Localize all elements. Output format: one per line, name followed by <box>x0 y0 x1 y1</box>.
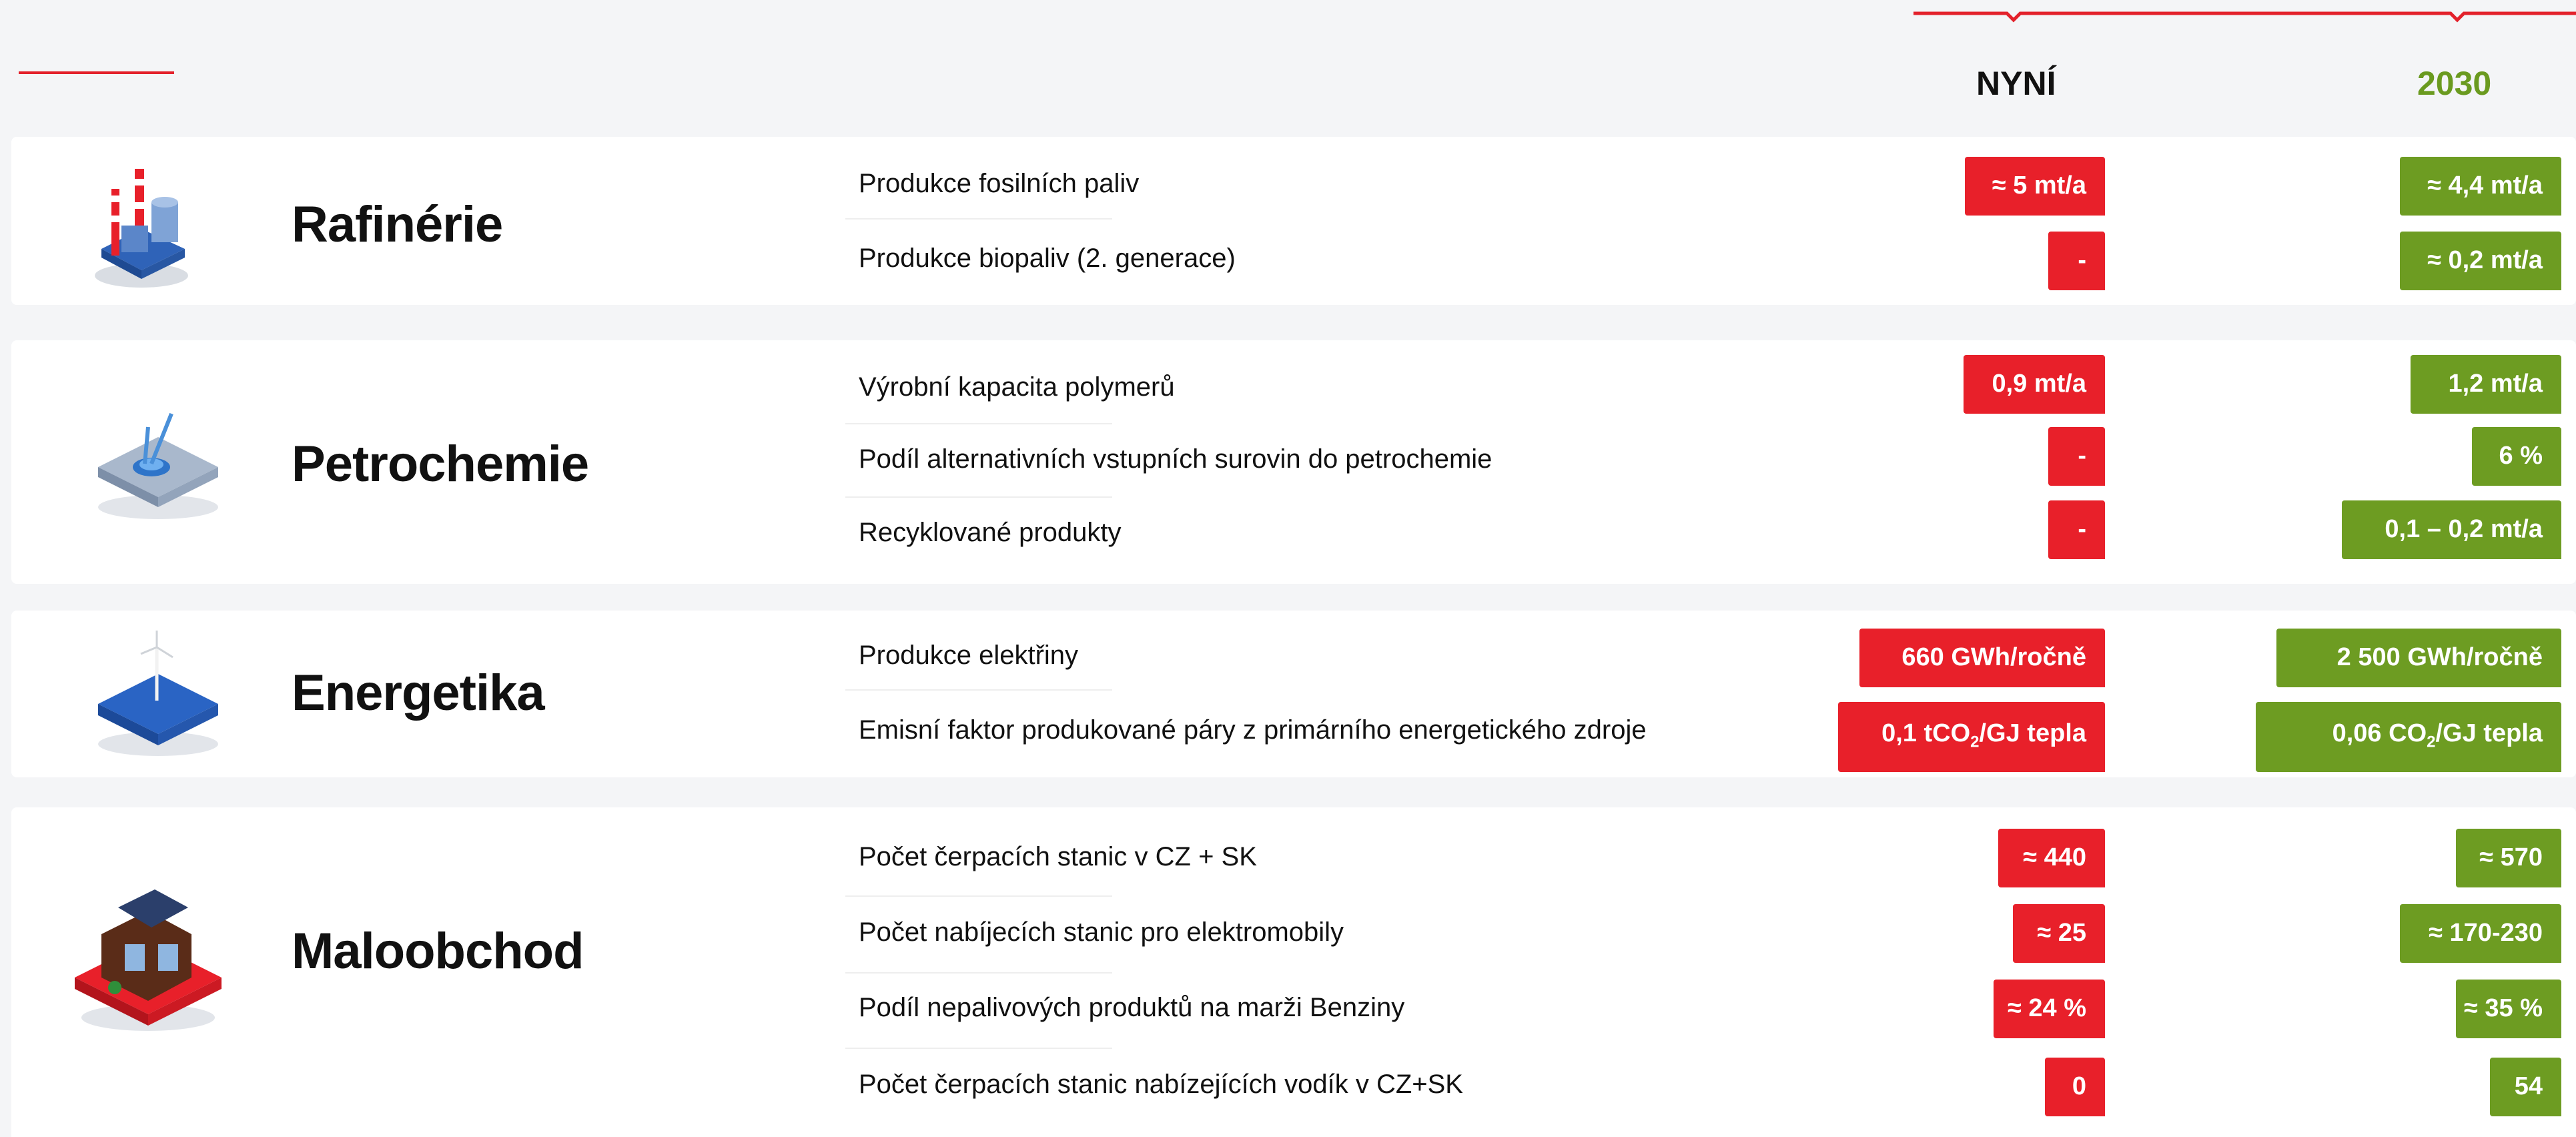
value-now-badge: 660 GWh/ročně <box>1859 629 2105 687</box>
metric-label: Recyklované produkty <box>859 518 1122 547</box>
value-2030-badge: 2 500 GWh/ročně <box>2276 629 2561 687</box>
metric-label: Počet čerpacích stanic v CZ + SK <box>859 842 1257 871</box>
value-now-badge: - <box>2048 232 2105 290</box>
row-divider <box>845 689 1112 691</box>
section-card-petrochemistry: Petrochemie Výrobní kapacita polymerů Po… <box>11 340 2576 584</box>
value-2030-badge: 54 <box>2490 1058 2561 1116</box>
value-2030-badge: ≈ 4,4 mt/a <box>2400 157 2561 216</box>
gas-station-icon <box>75 889 222 1031</box>
value-2030-badge: 0,06 CO2/GJ tepla <box>2256 702 2561 772</box>
value-2030-badge: ≈ 35 % <box>2456 980 2561 1038</box>
value-now-badge: - <box>2048 500 2105 559</box>
column-header-now: NYNÍ <box>1976 65 2056 102</box>
row-divider <box>845 496 1112 498</box>
refinery-icon <box>95 169 188 288</box>
metric-label: Produkce elektřiny <box>859 641 1079 670</box>
section-title: Petrochemie <box>292 436 589 492</box>
metric-label: Počet čerpacích stanic nabízejících vodí… <box>859 1070 1463 1099</box>
metric-label: Výrobní kapacita polymerů <box>859 372 1175 402</box>
value-now-badge: 0 <box>2045 1058 2105 1116</box>
section-title: Rafinérie <box>292 196 503 253</box>
row-divider <box>845 218 1112 220</box>
value-now-badge: ≈ 24 % <box>1994 980 2105 1038</box>
row-divider <box>845 1048 1112 1049</box>
value-2030-badge: ≈ 0,2 mt/a <box>2400 232 2561 290</box>
wind-turbine-icon <box>98 631 218 756</box>
value-now-badge: ≈ 25 <box>2013 904 2105 963</box>
timeline-bracket <box>1913 11 2576 23</box>
value-2030-badge: 1,2 mt/a <box>2411 355 2561 414</box>
value-2030-badge: 0,1 – 0,2 mt/a <box>2342 500 2561 559</box>
section-title: Energetika <box>292 665 545 721</box>
metric-label: Podíl nepalivových produktů na marži Ben… <box>859 993 1405 1022</box>
value-now-badge: 0,9 mt/a <box>1964 355 2105 414</box>
section-card-retail: Maloobchod Počet čerpacích stanic v CZ +… <box>11 807 2576 1137</box>
metric-label: Emisní faktor produkované páry z primárn… <box>859 715 1647 745</box>
value-2030-badge: ≈ 170-230 <box>2400 904 2561 963</box>
row-divider <box>845 895 1112 897</box>
row-divider <box>845 423 1112 424</box>
value-now-badge: ≈ 440 <box>1998 829 2105 887</box>
value-now-badge: 0,1 tCO2/GJ tepla <box>1838 702 2105 772</box>
value-2030-badge: ≈ 570 <box>2456 829 2561 887</box>
column-header-2030: 2030 <box>2417 65 2492 102</box>
metric-label: Počet nabíjecích stanic pro elektromobil… <box>859 917 1344 947</box>
metric-label: Podíl alternativních vstupních surovin d… <box>859 444 1492 474</box>
metric-label: Produkce fosilních paliv <box>859 169 1140 198</box>
value-2030-badge: 6 % <box>2472 427 2561 486</box>
section-card-energy: Energetika Produkce elektřiny Emisní fak… <box>11 611 2576 777</box>
accent-line <box>19 71 174 74</box>
metric-label: Produkce biopaliv (2. generace) <box>859 244 1236 273</box>
row-divider <box>845 972 1112 974</box>
value-now-badge: - <box>2048 427 2105 486</box>
petrochemistry-icon <box>98 412 218 519</box>
section-title: Maloobchod <box>292 923 584 980</box>
section-card-refinery: Rafinérie Produkce fosilních paliv Produ… <box>11 137 2576 305</box>
value-now-badge: ≈ 5 mt/a <box>1965 157 2105 216</box>
